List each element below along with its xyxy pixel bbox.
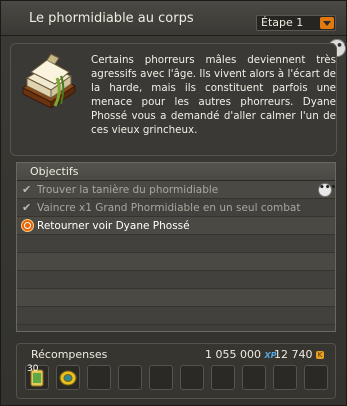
objective-text: Trouver la tanière du phormidiable — [37, 184, 219, 196]
kamas-icon: K — [316, 351, 324, 359]
item-count: 30 — [27, 364, 39, 374]
empty-row — [17, 271, 335, 289]
quest-description-panel: Certains phorreurs mâles deviennent très… — [10, 43, 337, 156]
more-options-icon[interactable]: ••• — [318, 183, 336, 197]
empty-row — [17, 289, 335, 307]
title-bar: Le phormidiable au corps Étape 1 — [1, 1, 346, 36]
objectives-title: Objectifs — [30, 165, 79, 178]
reward-slot[interactable]: 30 — [25, 364, 49, 390]
empty-row — [17, 235, 335, 253]
checkmark-icon: ✔ — [22, 201, 32, 214]
step-dropdown-value: Étape 1 — [261, 16, 304, 29]
objective-text: Retourner voir Dyane Phossé — [37, 220, 190, 232]
objective-row[interactable]: Retourner voir Dyane Phossé — [17, 217, 335, 235]
reward-slot-empty — [149, 365, 173, 390]
quest-window: Le phormidiable au corps Étape 1 ••• Cer… — [0, 0, 347, 406]
kamas-reward: 12 740 K — [274, 348, 324, 361]
reward-slot-empty — [118, 365, 142, 390]
checkmark-icon: ✔ — [22, 183, 32, 196]
quest-book-icon — [22, 53, 76, 109]
objective-row: ✔ Vaincre x1 Grand Phormidiable en un se… — [17, 199, 335, 217]
step-dropdown[interactable]: Étape 1 — [256, 15, 336, 31]
reward-slot-empty — [242, 365, 266, 390]
xp-reward: 1 055 000 XP — [205, 348, 277, 361]
ring-item-icon — [59, 370, 77, 386]
quest-description-text: Certains phorreurs mâles deviennent très… — [91, 54, 336, 136]
reward-slot-empty — [304, 365, 328, 390]
kamas-value: 12 740 — [274, 348, 313, 361]
reward-slot[interactable] — [56, 365, 80, 390]
empty-row — [17, 253, 335, 271]
chevron-down-icon — [320, 17, 334, 29]
location-target-icon[interactable] — [21, 219, 34, 232]
reward-slot-empty — [211, 365, 235, 390]
objectives-header: Objectifs — [17, 163, 335, 181]
objective-row: ✔ Trouver la tanière du phormidiable ••• — [17, 181, 336, 199]
rewards-panel: Récompenses 1 055 000 XP 12 740 K 30 — [16, 343, 336, 399]
xp-value: 1 055 000 — [205, 348, 261, 361]
empty-row — [17, 307, 335, 325]
rewards-title: Récompenses — [31, 348, 108, 361]
quest-title: Le phormidiable au corps — [29, 11, 194, 26]
reward-slot-empty — [87, 365, 111, 390]
objective-text: Vaincre x1 Grand Phormidiable en un seul… — [37, 202, 301, 214]
reward-slot-empty — [273, 365, 297, 390]
reward-slot-empty — [180, 365, 204, 390]
objectives-panel: Objectifs ✔ Trouver la tanière du phormi… — [16, 162, 336, 332]
